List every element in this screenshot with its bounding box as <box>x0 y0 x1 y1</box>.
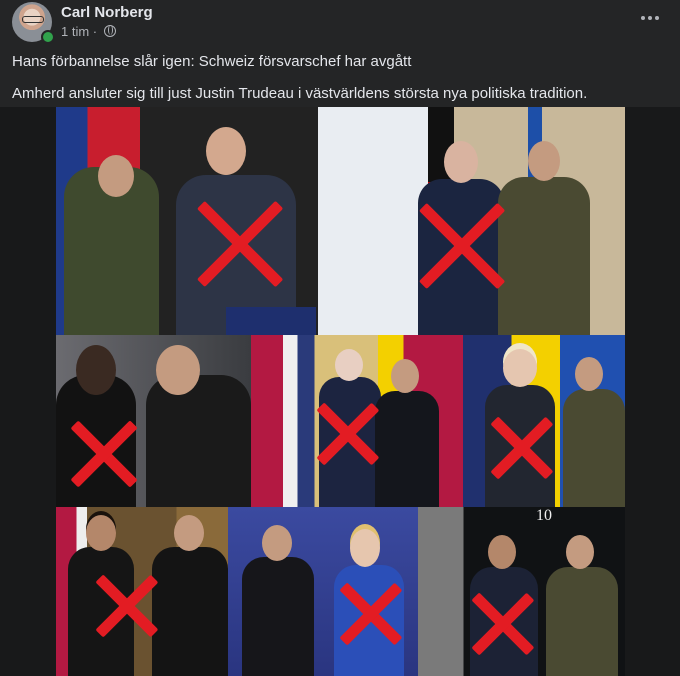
cross-mark <box>342 585 400 643</box>
author-name[interactable]: Carl Norberg <box>61 4 153 21</box>
meta-separator: · <box>92 24 98 39</box>
cross-mark <box>319 405 377 463</box>
cross-mark <box>98 577 156 635</box>
photo-scholz <box>318 107 625 335</box>
photo-truss <box>228 507 418 676</box>
photo-trudeau <box>56 107 318 335</box>
cross-mark <box>199 203 281 285</box>
photo-biden <box>251 335 463 507</box>
cross-mark <box>73 423 135 485</box>
cross-mark <box>493 419 551 477</box>
post-time[interactable]: 1 tim <box>61 24 89 39</box>
more-options-icon <box>641 16 645 20</box>
online-status-icon <box>41 30 55 44</box>
photo-marin <box>56 335 251 507</box>
cross-mark <box>474 595 532 653</box>
photo-sunak: 10 <box>418 507 625 676</box>
post-text-line-2: Amherd ansluter sig till just Justin Tru… <box>12 85 588 102</box>
post-header: Carl Norberg 1 tim · <box>0 0 680 46</box>
post-text-line-1: Hans förbannelse slår igen: Schweiz förs… <box>12 53 412 70</box>
photo-collage: 10 <box>56 107 625 676</box>
more-options-button[interactable] <box>634 4 666 32</box>
globe-icon[interactable] <box>103 25 116 37</box>
post-meta: 1 tim · <box>61 24 116 39</box>
cross-mark <box>421 205 503 287</box>
photo-johnson <box>463 335 625 507</box>
post-image[interactable]: 10 <box>0 107 680 676</box>
door-number: 10 <box>536 507 552 524</box>
photo-harris <box>56 507 228 676</box>
